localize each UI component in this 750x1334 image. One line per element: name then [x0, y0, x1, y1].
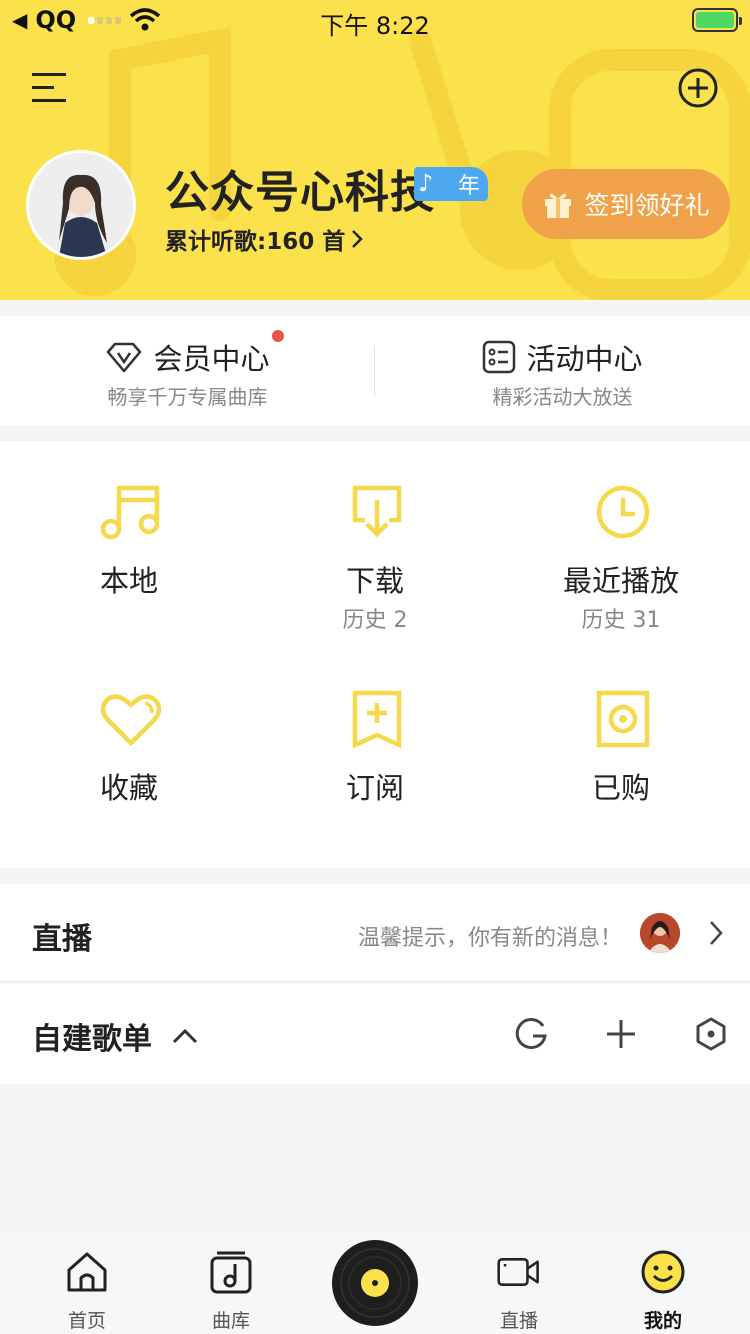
playlist-title: 自建歌单 [32, 1022, 152, 1057]
tab-home[interactable]: 首页 [32, 1238, 142, 1334]
tab-mine[interactable]: 我的 [608, 1238, 718, 1334]
centers-strip: 会员中心 畅享千万专属曲库 活动中心 精彩活动大放送 [0, 316, 750, 426]
live-message-tip: 温馨提示，你有新的消息！ [357, 926, 622, 951]
grid-label: 本地 [99, 564, 158, 598]
tab-label: 直播 [499, 1310, 538, 1332]
username: 公众号心科技 [165, 167, 435, 218]
import-playlist-icon[interactable] [511, 1014, 551, 1054]
vip-year-badge[interactable]: ♪ 年 [414, 167, 488, 201]
clock-icon [596, 485, 650, 539]
grid-label: 订阅 [345, 771, 404, 805]
purchased-disc-icon [596, 690, 650, 748]
tab-live[interactable]: 直播 [464, 1238, 574, 1334]
download-icon [352, 485, 402, 538]
grid-sub: 历史 31 [581, 608, 661, 633]
grid-item-purchased[interactable]: 已购 [496, 649, 746, 849]
music-background-decoration [54, 26, 750, 300]
avatar[interactable] [26, 150, 136, 260]
tab-label: 我的 [643, 1310, 682, 1332]
chevron-up-icon [172, 1028, 198, 1044]
grid-item-subscribe[interactable]: 订阅 [250, 649, 500, 849]
notification-dot [271, 330, 284, 342]
gift-icon [545, 193, 572, 218]
library-icon [210, 1251, 252, 1294]
plus-circle-icon[interactable] [677, 67, 719, 109]
member-center-subtitle: 畅享千万专属曲库 [107, 385, 268, 409]
playlist-settings-icon[interactable] [691, 1014, 731, 1054]
now-playing-disc[interactable] [332, 1240, 418, 1326]
status-bar: ◀ QQ 下午 8:22 [0, 0, 750, 40]
smiley-icon [641, 1250, 685, 1294]
listen-count[interactable]: 累计听歌:160 首 [165, 222, 363, 256]
live-avatar [640, 913, 680, 953]
checkin-button[interactable]: 签到领好礼 [522, 169, 730, 239]
activity-center-subtitle: 精彩活动大放送 [492, 385, 633, 409]
home-icon [67, 1252, 107, 1292]
playlist-toggle[interactable]: 自建歌单 [32, 1014, 198, 1058]
member-center[interactable]: 会员中心 畅享千万专属曲库 [0, 316, 375, 426]
diamond-icon [107, 342, 142, 373]
grid-item-local[interactable]: 本地 [4, 442, 254, 642]
playlist-section-header: 自建歌单 [0, 984, 750, 1084]
avatar-illustration [29, 153, 133, 257]
member-center-title: 会员中心 [153, 342, 270, 376]
status-time: 下午 8:22 [320, 12, 430, 40]
tab-library[interactable]: 曲库 [176, 1238, 286, 1334]
live-row[interactable]: 直播 温馨提示，你有新的消息！ [0, 884, 750, 982]
menu-icon[interactable] [30, 70, 70, 106]
vinyl-disc-icon [333, 1241, 417, 1325]
feature-grid: 本地 下载 历史 2 最近播放 历史 31 收藏 订阅 已购 [0, 442, 750, 868]
grid-label: 已购 [591, 771, 650, 805]
battery-icon [692, 8, 742, 32]
grid-label: 最近播放 [562, 564, 679, 598]
bookmark-plus-icon [352, 690, 402, 749]
profile-header: ◀ QQ 下午 8:22 公众号心科技 ♪ 年 累计听歌:160 首 签到领好礼 [0, 0, 750, 300]
tab-label: 曲库 [211, 1310, 250, 1332]
grid-sub: 历史 2 [342, 608, 408, 633]
tab-label: 首页 [67, 1310, 106, 1332]
music-note-icon: ♪ [418, 169, 434, 197]
heart-icon [100, 694, 162, 746]
music-note-icon [100, 485, 160, 540]
add-playlist-icon[interactable] [601, 1014, 641, 1054]
grid-item-favorites[interactable]: 收藏 [4, 649, 254, 849]
video-icon [497, 1258, 539, 1286]
activity-center[interactable]: 活动中心 精彩活动大放送 [375, 316, 750, 426]
grid-label: 下载 [345, 564, 404, 598]
live-title: 直播 [32, 922, 92, 957]
grid-label: 收藏 [99, 771, 158, 805]
grid-item-download[interactable]: 下载 历史 2 [250, 442, 500, 642]
grid-item-recent[interactable]: 最近播放 历史 31 [496, 442, 746, 642]
activity-center-title: 活动中心 [526, 342, 643, 376]
chevron-right-icon [710, 921, 723, 945]
list-card-icon [483, 340, 516, 374]
chevron-right-icon [352, 230, 363, 248]
